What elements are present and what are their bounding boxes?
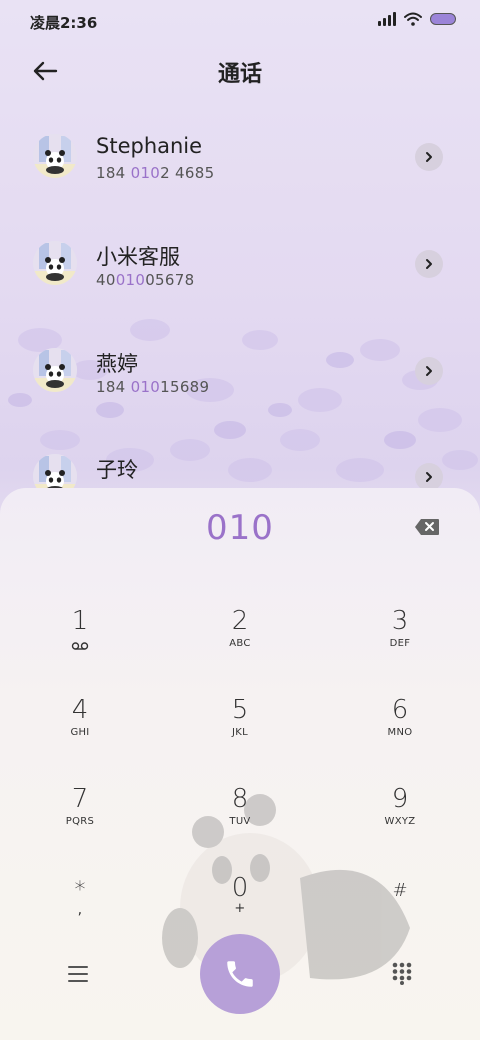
phone-icon	[227, 961, 253, 987]
dial-key-hash[interactable]: #	[340, 876, 460, 956]
signal-icon	[378, 12, 396, 26]
contact-row[interactable]: 子玲	[0, 432, 480, 488]
contact-details-button[interactable]	[415, 463, 443, 488]
avatar	[33, 348, 77, 392]
chevron-right-icon	[426, 472, 432, 482]
number-match-highlight: 010	[130, 164, 161, 182]
contact-row[interactable]: 小米客服 4001005678	[0, 219, 480, 309]
contact-number: 184 01015689	[96, 378, 210, 396]
number-match-highlight: 010	[130, 378, 161, 396]
status-icons	[378, 12, 456, 26]
contact-details-button[interactable]	[415, 250, 443, 278]
dial-key-4[interactable]: 4 GHI	[20, 695, 140, 775]
dial-key-8[interactable]: 8 TUV	[180, 784, 300, 864]
chevron-right-icon	[426, 259, 432, 269]
contact-name: 子玲	[96, 458, 138, 482]
dial-key-1[interactable]: 1	[20, 606, 140, 686]
avatar	[33, 454, 77, 488]
call-button[interactable]	[200, 934, 280, 1014]
contact-name: Stephanie	[96, 134, 203, 158]
contact-row[interactable]: Stephanie 184 0102 4685	[0, 112, 480, 202]
dial-key-2[interactable]: 2 ABC	[180, 606, 300, 686]
dial-key-6[interactable]: 6 MNO	[340, 695, 460, 775]
contact-results-list: Stephanie 184 0102 4685 小米客服 4001005678	[0, 112, 480, 488]
wifi-icon	[404, 12, 422, 26]
page-title: 通话	[217, 62, 262, 87]
contact-number: 184 0102 4685	[96, 164, 215, 182]
number-match-highlight: 010	[115, 271, 146, 289]
avatar	[33, 134, 77, 178]
contact-name: 小米客服	[96, 245, 180, 269]
battery-icon	[430, 13, 456, 25]
dial-key-3[interactable]: 3 DEF	[340, 606, 460, 686]
contact-row[interactable]: 燕婷 184 01015689	[0, 326, 480, 416]
status-time: 凌晨2:36	[30, 14, 98, 32]
top-bar: 通话	[0, 48, 480, 92]
dialed-number-display[interactable]: 010	[0, 508, 480, 548]
dial-key-star[interactable]: * ,	[20, 876, 140, 956]
dial-key-9[interactable]: 9 WXYZ	[340, 784, 460, 864]
contact-name: 燕婷	[96, 352, 138, 376]
chevron-right-icon	[426, 152, 432, 162]
dialpad-panel: 010 1 2 ABC 3 DEF 4 GHI 5 JKL 6 MNO 7 PQ…	[0, 488, 480, 1040]
dialpad-toggle-icon[interactable]	[391, 961, 413, 985]
contact-details-button[interactable]	[415, 357, 443, 385]
dial-key-5[interactable]: 5 JKL	[180, 695, 300, 775]
status-bar: 凌晨2:36	[0, 0, 480, 42]
chevron-right-icon	[426, 366, 432, 376]
contact-number: 4001005678	[96, 271, 195, 289]
dial-key-7[interactable]: 7 PQRS	[20, 784, 140, 864]
voicemail-icon	[71, 642, 89, 650]
menu-icon[interactable]	[66, 964, 90, 984]
backspace-icon[interactable]	[414, 518, 440, 536]
avatar	[33, 241, 77, 285]
contact-details-button[interactable]	[415, 143, 443, 171]
